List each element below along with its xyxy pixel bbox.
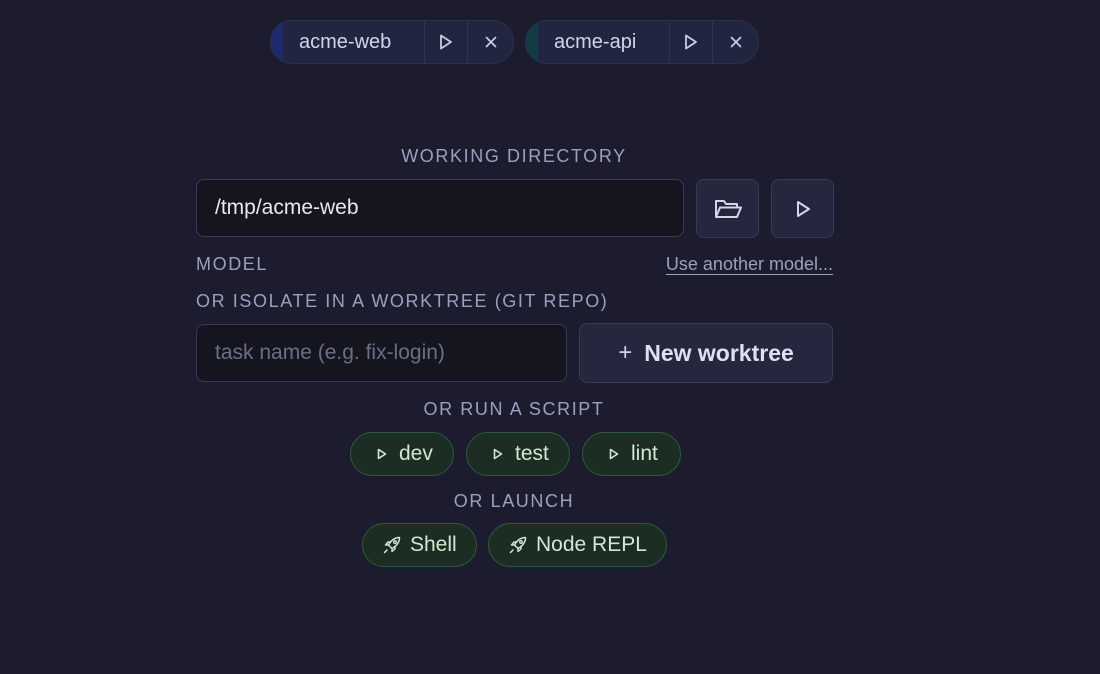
script-name: dev [399, 442, 433, 465]
session-name[interactable]: acme-api [526, 21, 669, 63]
working-directory-input[interactable] [196, 179, 684, 237]
script-name: lint [631, 442, 658, 465]
session-accent-stripe [526, 21, 538, 63]
launch-name: Shell [410, 533, 457, 556]
browse-folder-button[interactable] [696, 179, 759, 238]
run-directory-button[interactable] [771, 179, 834, 238]
rocket-icon [509, 536, 527, 554]
launch-name: Node REPL [536, 533, 647, 556]
script-pill-list: dev test lint [350, 432, 681, 476]
play-icon [796, 200, 810, 217]
model-label: MODEL [196, 254, 269, 274]
launch-label: OR LAUNCH [453, 491, 575, 511]
close-icon[interactable] [467, 21, 513, 63]
new-worktree-button[interactable]: + New worktree [579, 323, 833, 383]
folder-open-icon [714, 199, 742, 218]
rocket-icon [383, 536, 401, 554]
use-another-model-link[interactable]: Use another model... [666, 254, 833, 275]
script-button-test[interactable]: test [466, 432, 570, 476]
task-name-input[interactable] [196, 324, 567, 382]
launch-pill-list: Shell Node REPL [362, 523, 667, 567]
launch-button-node-repl[interactable]: Node REPL [488, 523, 667, 567]
script-button-dev[interactable]: dev [350, 432, 454, 476]
close-icon[interactable] [712, 21, 758, 63]
play-icon[interactable] [668, 21, 713, 63]
session-tab-acme-api[interactable]: acme-api [525, 20, 759, 64]
play-icon[interactable] [423, 21, 468, 63]
run-script-label: OR RUN A SCRIPT [423, 399, 605, 419]
session-tabs: acme-web acme-api [270, 20, 759, 64]
worktree-label: OR ISOLATE IN A WORKTREE (GIT REPO) [196, 291, 609, 311]
session-tab-acme-web[interactable]: acme-web [270, 20, 514, 64]
new-worktree-label: New worktree [644, 339, 794, 366]
session-accent-stripe [271, 21, 283, 63]
working-directory-label: WORKING DIRECTORY [401, 146, 627, 166]
script-name: test [515, 442, 549, 465]
play-icon [377, 448, 387, 460]
play-icon [609, 448, 619, 460]
launch-button-shell[interactable]: Shell [362, 523, 477, 567]
script-button-lint[interactable]: lint [582, 432, 681, 476]
play-icon [493, 448, 503, 460]
plus-icon: + [618, 339, 633, 366]
session-name[interactable]: acme-web [271, 21, 424, 63]
